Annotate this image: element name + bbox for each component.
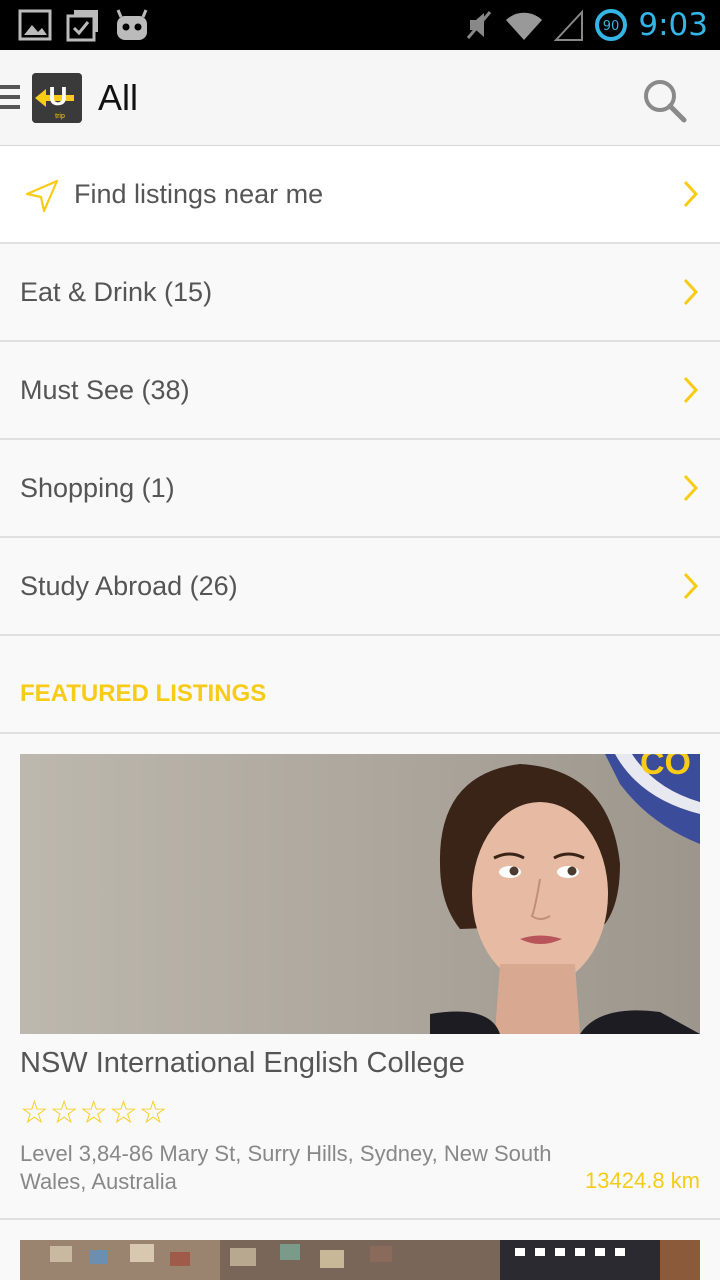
logo-graphic: U trip <box>32 73 82 123</box>
listing-title[interactable]: NSW International English College <box>20 1047 465 1080</box>
chevron-right-icon <box>683 278 699 306</box>
signal-icon <box>554 9 584 41</box>
category-label: Eat & Drink (15) <box>20 276 213 307</box>
category-row-shopping[interactable]: Shopping (1) <box>0 440 720 538</box>
find-nearby-label: Find listings near me <box>74 178 324 209</box>
task-check-icon <box>66 10 98 42</box>
banner-text: CO <box>640 754 691 782</box>
mute-icon <box>467 11 492 39</box>
listing-photo[interactable]: CO <box>20 754 700 1034</box>
listing-photo-next[interactable] <box>20 1240 700 1280</box>
chevron-right-icon <box>683 572 699 600</box>
app-logo[interactable]: U trip <box>32 73 82 123</box>
notification-icons <box>18 6 150 44</box>
rating-stars: ☆☆☆☆☆ <box>20 1093 169 1131</box>
battery-icon: 90 <box>595 9 628 41</box>
logo-text: trip <box>55 113 65 120</box>
listing-photo-next-graphic <box>20 1240 700 1280</box>
category-label: Must See (38) <box>20 374 190 405</box>
drawer-menu-icon[interactable] <box>0 85 20 113</box>
category-row-eat-drink[interactable]: Eat & Drink (15) <box>0 244 720 342</box>
logo-letter: U <box>49 81 68 111</box>
system-icons: 90 9:03 <box>464 4 708 46</box>
chevron-right-icon <box>683 376 699 404</box>
category-row-must-see[interactable]: Must See (38) <box>0 342 720 440</box>
category-label: Shopping (1) <box>20 472 175 503</box>
listing-photo-graphic: CO <box>20 754 700 1034</box>
listing-distance: 13424.8 km <box>585 1168 700 1193</box>
page-title: All <box>98 77 139 118</box>
android-robot-icon <box>116 9 148 40</box>
gallery-icon <box>18 9 52 41</box>
featured-heading: FEATURED LISTINGS <box>20 680 267 707</box>
location-arrow-icon <box>25 179 59 213</box>
featured-section-header: FEATURED LISTINGS <box>0 636 720 734</box>
status-bar: 90 9:03 <box>0 0 720 50</box>
clock: 9:03 <box>638 7 708 43</box>
search-icon <box>644 80 687 123</box>
listing-address: Level 3,84-86 Mary St, Surry Hills, Sydn… <box>20 1141 552 1194</box>
category-label: Study Abroad (26) <box>20 570 238 601</box>
category-row-study-abroad[interactable]: Study Abroad (26) <box>0 538 720 636</box>
chevron-right-icon <box>683 180 699 208</box>
find-nearby-row[interactable]: Find listings near me <box>0 146 720 244</box>
chevron-right-icon <box>683 474 699 502</box>
battery-level: 90 <box>603 19 620 34</box>
search-button[interactable] <box>636 72 692 128</box>
card-divider <box>0 1218 720 1220</box>
action-bar: U trip All <box>0 50 720 146</box>
wifi-icon <box>506 12 543 41</box>
